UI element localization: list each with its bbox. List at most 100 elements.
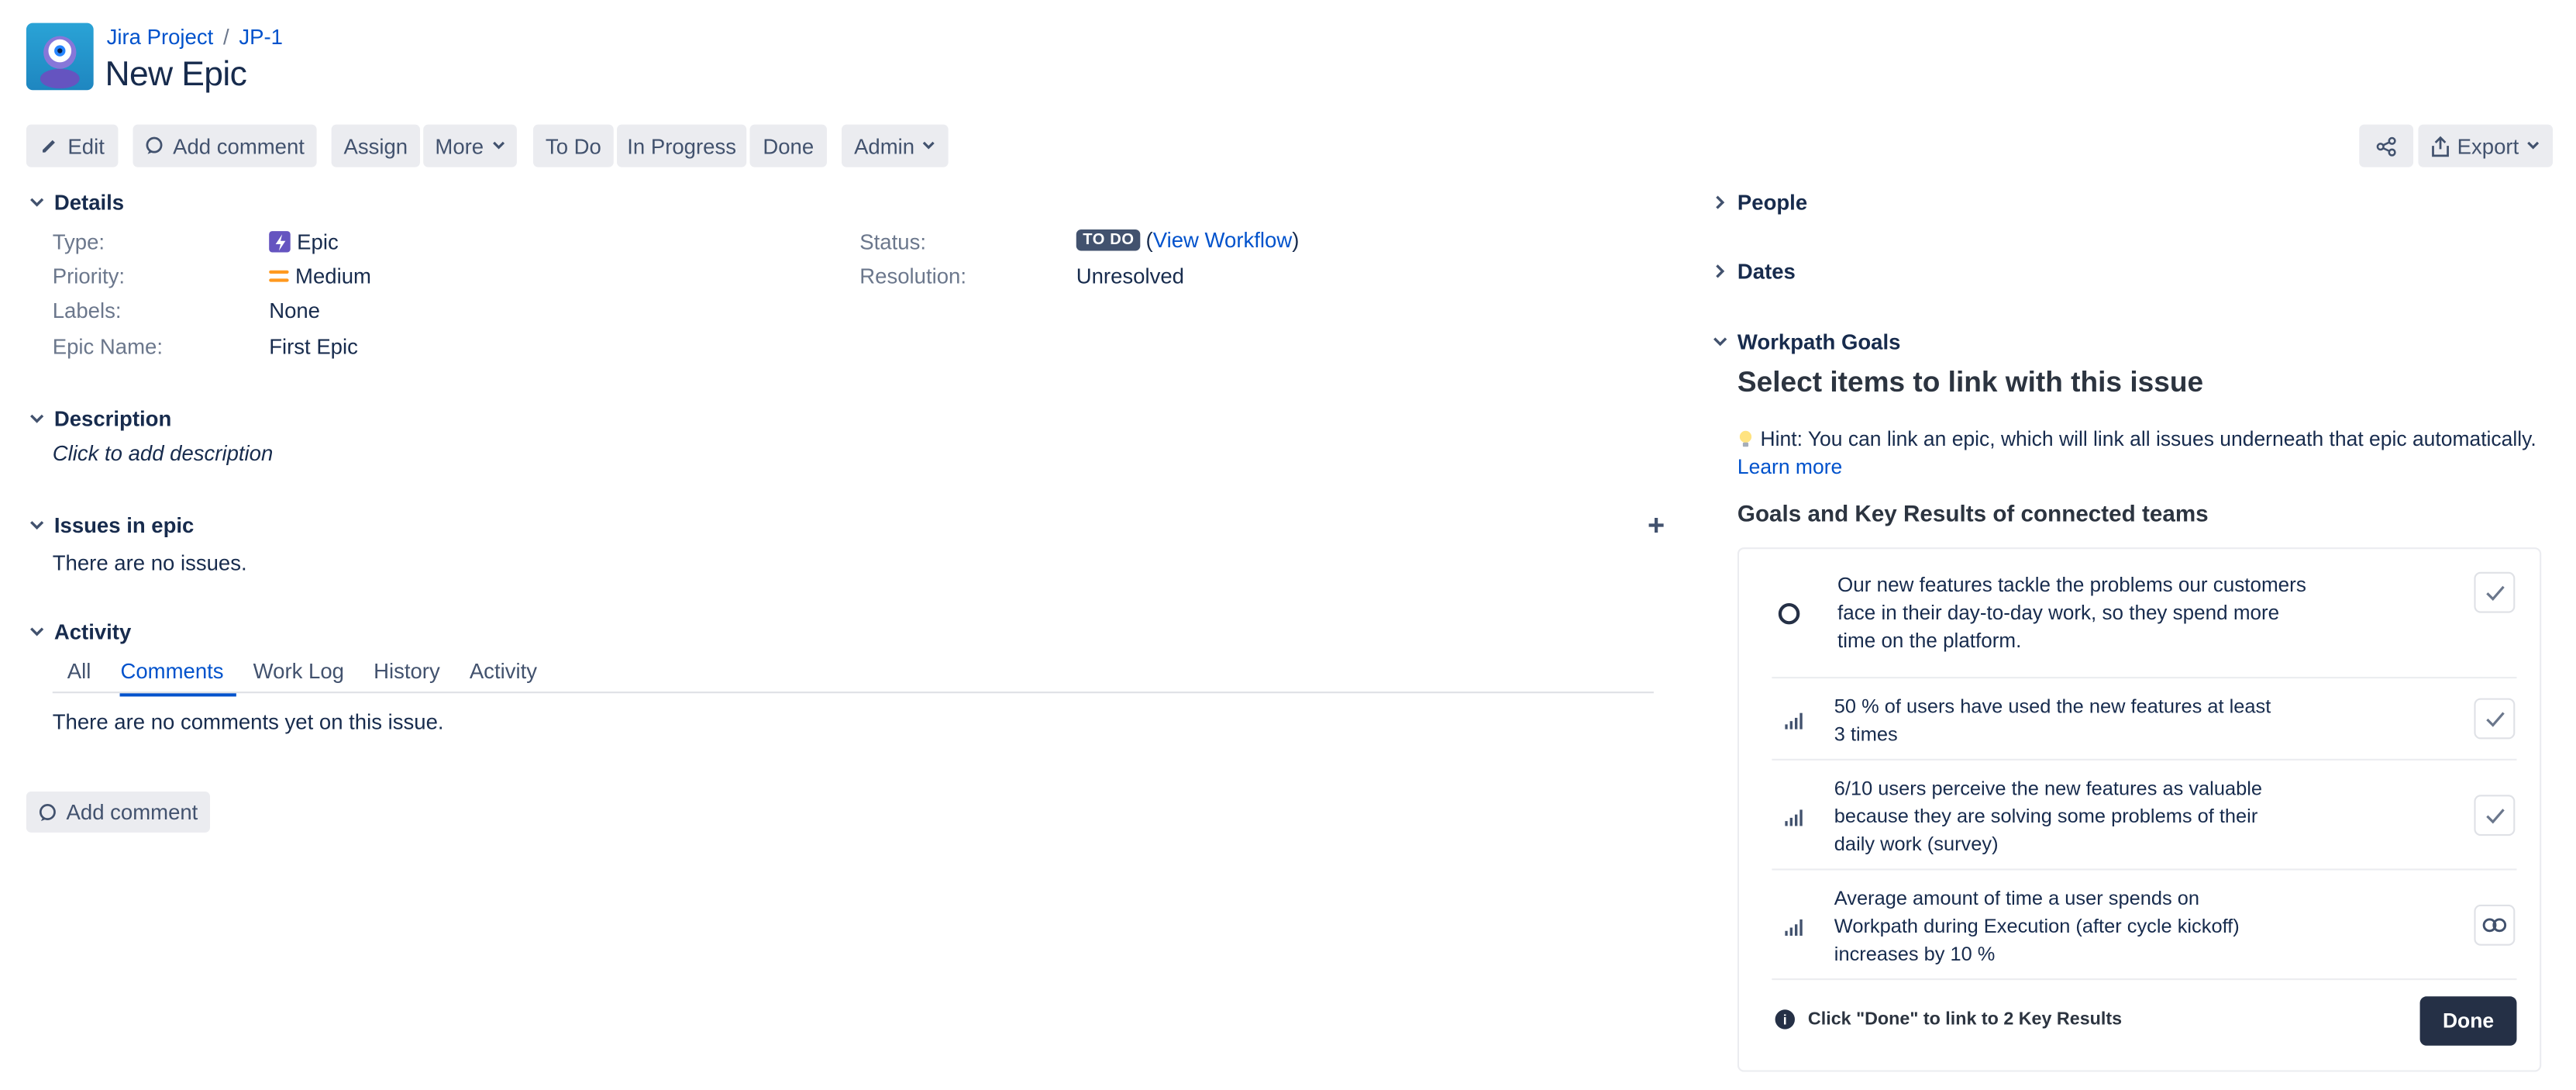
- add-issue-icon[interactable]: [1645, 515, 1667, 536]
- workpath-title: Select items to link with this issue: [1737, 365, 2204, 398]
- key-result-line: increases by 10 %: [1834, 942, 1996, 966]
- assign-label: Assign: [343, 133, 408, 159]
- lightbulb-icon: [1737, 429, 1754, 449]
- done-transition-button[interactable]: Done: [749, 124, 827, 167]
- share-icon: [2376, 136, 2396, 156]
- tabs-divider: [52, 692, 1654, 694]
- key-result-select-checkbox[interactable]: [2474, 698, 2516, 740]
- chevron-down-icon: [492, 141, 505, 150]
- key-result-line: Workpath during Execution (after cycle k…: [1834, 914, 2240, 938]
- goal-row[interactable]: Our new features tackle the problems our…: [1772, 549, 2517, 679]
- done-button[interactable]: Done: [2419, 996, 2517, 1046]
- goal-text-line: Our new features tackle the problems our…: [1837, 573, 2306, 597]
- edit-label: Edit: [67, 133, 105, 159]
- activity-heading: Activity: [53, 619, 132, 644]
- chevron-down-icon: [26, 192, 46, 212]
- edit-button[interactable]: Edit: [26, 124, 119, 167]
- export-button[interactable]: Export: [2418, 124, 2554, 167]
- info-icon: i: [1775, 1009, 1795, 1030]
- pencil-icon: [43, 140, 56, 153]
- status-lozenge: TO DO: [1076, 229, 1142, 251]
- breadcrumb-project-link[interactable]: Jira Project: [107, 25, 214, 50]
- project-avatar: [26, 22, 94, 91]
- link-info-text: Click "Done" to link to 2 Key Results: [1807, 1009, 2123, 1030]
- todo-button[interactable]: To Do: [533, 124, 614, 167]
- resolution-label: Resolution:: [859, 264, 967, 289]
- labels-label: Labels:: [52, 298, 122, 323]
- admin-button[interactable]: Admin: [842, 124, 949, 167]
- goal-text-line: face in their day-to-day work, so they s…: [1837, 601, 2280, 625]
- priority-medium-icon: [269, 270, 289, 282]
- goal-circle-icon: [1778, 602, 1800, 625]
- goal-select-checkbox[interactable]: [2474, 571, 2516, 613]
- assign-button[interactable]: Assign: [331, 124, 420, 167]
- chevron-down-icon: [2527, 141, 2540, 150]
- comments-empty-text: There are no comments yet on this issue.: [52, 709, 444, 735]
- issues-empty-text: There are no issues.: [52, 550, 247, 576]
- epic-name-value[interactable]: First Epic: [269, 334, 358, 359]
- details-heading: Details: [53, 190, 125, 215]
- goal-text-line: time on the platform.: [1837, 629, 2022, 653]
- type-value-text: Epic: [297, 229, 339, 254]
- key-result-row[interactable]: 50 % of users have used the new features…: [1772, 678, 2517, 761]
- workpath-hint-text: Hint: You can link an epic, which will l…: [1760, 427, 2536, 451]
- chevron-down-icon: [26, 622, 46, 641]
- status-value: TO DO (View Workflow): [1076, 228, 1299, 253]
- chevron-down-icon: [26, 516, 46, 535]
- type-value: Epic: [269, 229, 339, 254]
- dates-toggle[interactable]: Dates: [1710, 259, 1796, 284]
- key-result-line: because they are solving some problems o…: [1834, 804, 2258, 828]
- view-workflow-link[interactable]: View Workflow: [1153, 228, 1292, 253]
- workpath-goals-heading: Workpath Goals: [1737, 329, 1901, 354]
- priority-value-text: Medium: [295, 264, 371, 289]
- description-placeholder[interactable]: Click to add description: [53, 441, 274, 466]
- export-icon: [2431, 135, 2449, 157]
- check-icon: [2485, 585, 2504, 600]
- type-label: Type:: [52, 229, 105, 254]
- goals-subheading: Goals and Key Results of connected teams: [1737, 499, 2209, 526]
- details-toggle[interactable]: Details: [26, 190, 124, 215]
- bar-chart-icon: [1785, 712, 1803, 730]
- resolution-value: Unresolved: [1076, 264, 1184, 289]
- export-label: Export: [2457, 133, 2519, 159]
- people-heading: People: [1737, 190, 1808, 215]
- status-label: Status:: [859, 229, 926, 254]
- key-result-line: Average amount of time a user spends on: [1834, 886, 2200, 910]
- issue-title[interactable]: New Epic: [105, 56, 246, 95]
- done-transition-label: Done: [763, 133, 814, 159]
- key-result-link-button[interactable]: [2474, 904, 2516, 946]
- in-progress-button[interactable]: In Progress: [616, 124, 747, 167]
- add-comment-button[interactable]: Add comment: [133, 124, 317, 167]
- priority-label: Priority:: [52, 264, 126, 289]
- chevron-down-icon: [923, 141, 935, 150]
- chevron-right-icon: [1710, 261, 1729, 281]
- key-result-row[interactable]: 6/10 users perceive the new features as …: [1772, 761, 2517, 871]
- learn-more-link[interactable]: Learn more: [1737, 456, 1842, 479]
- link-info: i Click "Done" to link to 2 Key Results: [1775, 1009, 2123, 1030]
- workpath-goals-toggle[interactable]: Workpath Goals: [1710, 329, 1901, 354]
- breadcrumb-issue-key-link[interactable]: JP-1: [239, 25, 283, 50]
- people-toggle[interactable]: People: [1710, 190, 1807, 215]
- bar-chart-icon: [1785, 919, 1803, 937]
- goals-card: Our new features tackle the problems our…: [1737, 547, 2542, 1072]
- check-icon: [2485, 711, 2504, 726]
- priority-value: Medium: [269, 264, 371, 288]
- key-result-line: 50 % of users have used the new features…: [1834, 695, 2271, 718]
- more-button[interactable]: More: [423, 124, 517, 167]
- add-comment-bottom-button[interactable]: Add comment: [26, 792, 210, 833]
- goal-text: Our new features tackle the problems our…: [1837, 572, 2306, 656]
- todo-label: To Do: [545, 133, 601, 159]
- activity-toggle[interactable]: Activity: [26, 619, 131, 644]
- issues-in-epic-toggle[interactable]: Issues in epic: [26, 513, 194, 537]
- share-button[interactable]: [2359, 124, 2414, 167]
- epic-icon: [269, 231, 291, 253]
- add-comment-label: Add comment: [173, 133, 305, 159]
- key-result-select-checkbox[interactable]: [2474, 795, 2516, 836]
- labels-value[interactable]: None: [269, 298, 320, 323]
- description-toggle[interactable]: Description: [26, 406, 171, 431]
- add-comment-bottom-label: Add comment: [66, 799, 198, 825]
- in-progress-label: In Progress: [627, 133, 737, 159]
- check-icon: [2485, 808, 2504, 823]
- workpath-hint: Hint: You can link an epic, which will l…: [1737, 427, 2536, 451]
- key-result-row[interactable]: Average amount of time a user spends on …: [1772, 871, 2517, 981]
